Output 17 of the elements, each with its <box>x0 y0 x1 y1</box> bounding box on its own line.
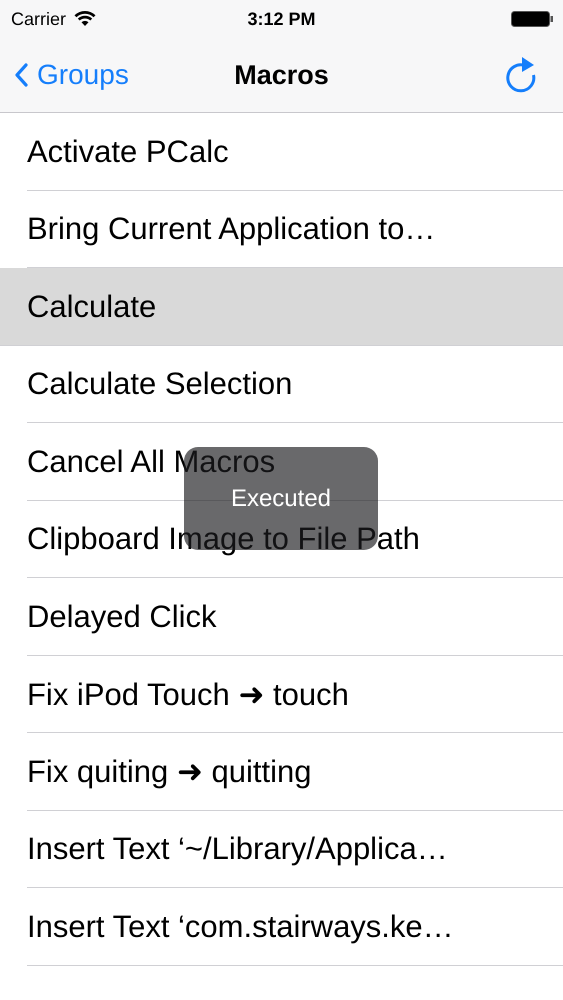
battery-icon <box>511 11 553 27</box>
nav-title: Macros <box>234 60 329 90</box>
carrier-name: Carrier <box>11 8 66 30</box>
macro-row[interactable]: Calculate <box>0 268 563 346</box>
wifi-icon <box>74 11 96 27</box>
macro-row[interactable]: Bring Current Application to… <box>0 190 563 268</box>
chevron-left-icon <box>14 63 28 87</box>
macro-row[interactable]: Calculate Selection <box>0 346 563 423</box>
macro-row[interactable]: Insert Text ‘~/Library/Applica… <box>0 810 563 888</box>
toast-text: Executed <box>230 484 332 512</box>
status-time: 3:12 PM <box>247 8 316 30</box>
macro-row[interactable]: Insert Text ‘com.stairways.ke… <box>0 888 563 966</box>
macro-row[interactable]: Delayed Click <box>0 578 563 656</box>
macro-row[interactable]: Fix iPod Touch ➜ touch <box>0 656 563 733</box>
macro-row[interactable]: Fix quiting ➜ quitting <box>0 733 563 810</box>
macro-row[interactable]: Activate PCalc <box>0 113 563 190</box>
back-button[interactable]: Groups <box>14 59 129 91</box>
